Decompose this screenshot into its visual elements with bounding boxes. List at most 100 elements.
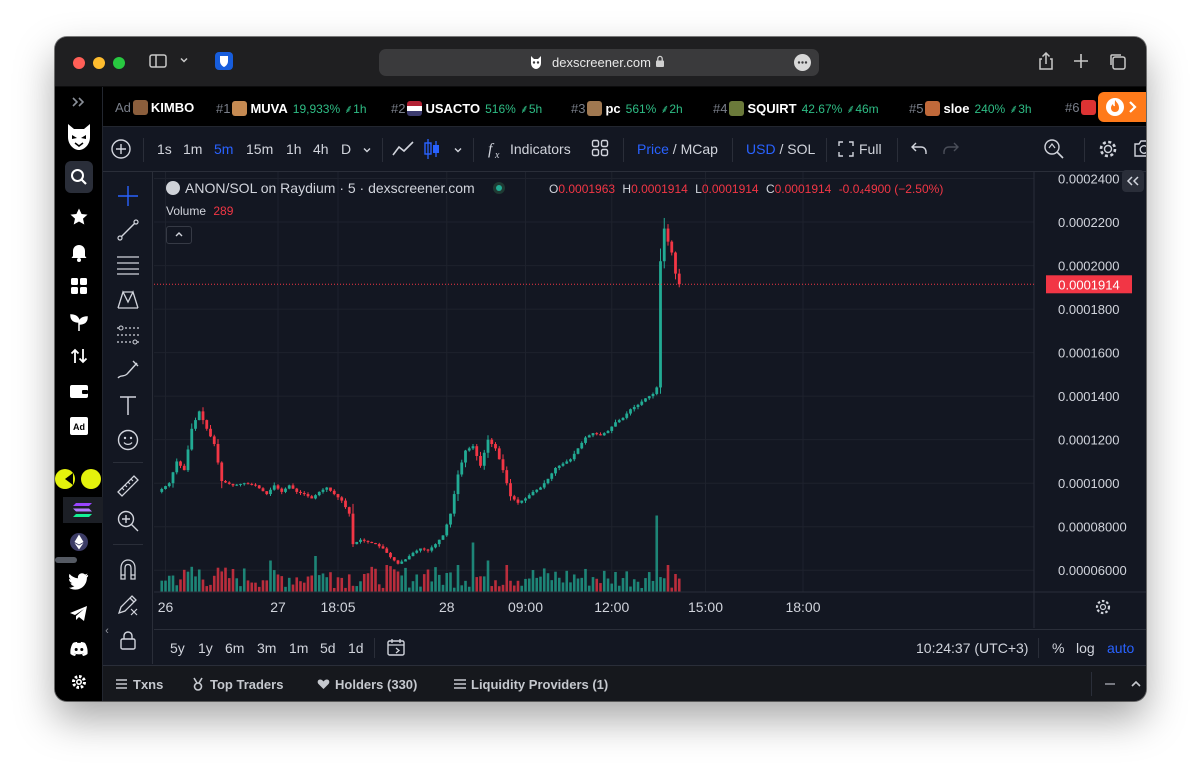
chart-settings-gear-icon[interactable] <box>1097 138 1119 163</box>
zoom-in-icon[interactable] <box>115 509 141 535</box>
price-option[interactable]: Price <box>637 141 669 157</box>
ticker-item[interactable]: #6 <box>1065 100 1099 115</box>
ticker-item[interactable]: #1 MUVA 19,933% ⸙1h <box>216 100 367 117</box>
crosshair-icon[interactable] <box>115 184 141 210</box>
tab-txns[interactable]: Txns <box>133 677 163 692</box>
percent-scale-toggle[interactable]: % <box>1052 640 1064 656</box>
fib-retracement-icon[interactable] <box>115 253 141 279</box>
sidebar-toggle-icon[interactable] <box>149 53 167 73</box>
portfolio-wallet-icon[interactable] <box>65 382 93 406</box>
minimize-window-button[interactable] <box>93 57 105 69</box>
usd-option[interactable]: USD <box>746 141 776 157</box>
range-1m[interactable]: 1m <box>289 640 308 656</box>
settings-gear-icon[interactable] <box>65 673 93 697</box>
address-bar[interactable]: dexscreener.com <box>379 49 819 76</box>
range-6m[interactable]: 6m <box>225 640 244 656</box>
telegram-icon[interactable] <box>65 605 93 629</box>
ticker-item[interactable]: #3 pc 561% ⸙2h <box>571 100 683 117</box>
gainers-losers-arrows-icon[interactable] <box>65 347 93 371</box>
interval-d[interactable]: D <box>341 141 351 157</box>
tab-liquidity-providers[interactable]: Liquidity Providers (1) <box>471 677 608 692</box>
stay-in-drawing-mode-icon[interactable] <box>115 592 141 618</box>
new-pairs-sprout-icon[interactable] <box>65 312 93 336</box>
hide-panel-chevrons-icon[interactable] <box>1122 170 1144 192</box>
intervals-chevron-down-icon[interactable] <box>362 142 372 158</box>
tab-overview-icon[interactable] <box>1109 53 1127 75</box>
range-3m[interactable]: 3m <box>257 640 276 656</box>
interval-1s[interactable]: 1s <box>157 141 172 157</box>
mcap-option[interactable]: MCap <box>681 141 718 157</box>
ticker-ad-item[interactable]: Ad KIMBO <box>115 100 194 115</box>
xabcd-pattern-icon[interactable] <box>115 288 141 314</box>
fullscreen-button[interactable]: Full <box>859 141 882 157</box>
collapse-tools-chevron-icon[interactable]: ‹ <box>103 619 111 643</box>
long-short-position-icon[interactable] <box>115 323 141 349</box>
redo-icon[interactable] <box>943 141 959 160</box>
indicators-button[interactable]: Indicators <box>510 141 571 157</box>
tab-top-traders[interactable]: Top Traders <box>210 677 283 692</box>
ethereum-chain-icon[interactable] <box>65 532 93 556</box>
tab-holders[interactable]: Holders (330) <box>335 677 417 692</box>
text-tool-icon[interactable] <box>115 393 141 419</box>
range-1d[interactable]: 1d <box>348 640 364 656</box>
chart-type-chevron-down-icon[interactable] <box>453 142 463 158</box>
ticker-item[interactable]: #4 SQUIRT 42.67% ⸙46m <box>713 100 879 117</box>
advertise-ad-icon[interactable]: Ad <box>65 417 93 441</box>
go-to-date-calendar-icon[interactable] <box>386 637 406 660</box>
time-zone-clock[interactable]: 10:24:37 (UTC+3) <box>916 640 1028 656</box>
interval-15m[interactable]: 15m <box>246 141 273 157</box>
expand-sidebar-icon[interactable] <box>65 91 93 115</box>
interval-1h[interactable]: 1h <box>286 141 302 157</box>
price-chart[interactable]: 0.0002400 0.0002200 0.0002000 0.0001800 0.00… <box>154 172 1146 629</box>
log-scale-toggle[interactable]: log <box>1076 640 1095 656</box>
magnet-icon[interactable] <box>115 557 141 583</box>
share-icon[interactable] <box>1038 51 1054 75</box>
range-5y[interactable]: 5y <box>170 640 185 656</box>
chains-scrollbar[interactable] <box>55 557 77 563</box>
screenshot-camera-icon[interactable] <box>1133 139 1146 162</box>
minimize-panel-icon[interactable] <box>1103 677 1117 694</box>
ticker-item[interactable]: #5 sloe 240% ⸙3h <box>909 100 1032 117</box>
candles-chart-type-icon[interactable] <box>423 138 441 163</box>
trend-line-icon[interactable] <box>115 218 141 244</box>
ruler-measure-icon[interactable] <box>115 474 141 500</box>
promo-tokens-strip[interactable] <box>55 467 103 491</box>
discord-icon[interactable] <box>65 639 93 663</box>
dexscreener-logo-icon[interactable] <box>65 123 93 153</box>
alerts-bell-icon[interactable] <box>65 242 93 266</box>
fullscreen-icon[interactable] <box>838 141 854 160</box>
watchlist-star-icon[interactable] <box>65 207 93 231</box>
new-tab-icon[interactable] <box>1073 53 1089 73</box>
auto-scale-toggle[interactable]: auto <box>1107 640 1134 656</box>
chart-pane[interactable]: 0.0002400 0.0002200 0.0002000 0.0001800 0.00… <box>154 170 1146 628</box>
price-mcap-toggle[interactable]: Price / MCap <box>637 141 718 157</box>
line-chart-type-icon[interactable] <box>392 140 414 161</box>
emoji-smiley-icon[interactable] <box>115 428 141 454</box>
layouts-grid-icon[interactable] <box>591 139 609 160</box>
multicharts-grid-icon[interactable] <box>65 277 93 301</box>
compare-add-symbol-icon[interactable] <box>110 138 132 163</box>
range-1y[interactable]: 1y <box>198 640 213 656</box>
interval-1m[interactable]: 1m <box>183 141 202 157</box>
trending-fire-button[interactable] <box>1098 92 1146 122</box>
expand-panel-chevron-up-icon[interactable] <box>1129 677 1143 694</box>
more-options-icon[interactable] <box>794 54 811 71</box>
ticker-item[interactable]: #2 USACTO 516% ⸙5h <box>391 100 542 117</box>
range-5d[interactable]: 5d <box>320 640 336 656</box>
sol-option[interactable]: SOL <box>787 141 815 157</box>
close-window-button[interactable] <box>73 57 85 69</box>
lock-drawings-icon[interactable] <box>115 628 141 654</box>
collapse-legend-button[interactable] <box>166 226 192 244</box>
twitter-icon[interactable] <box>65 572 93 596</box>
interval-4h[interactable]: 4h <box>313 141 329 157</box>
indicators-fx-icon[interactable]: fx <box>487 139 505 162</box>
usd-sol-toggle[interactable]: USD / SOL <box>746 141 815 157</box>
quick-search-icon[interactable] <box>1043 138 1065 163</box>
axis-settings-gear-icon[interactable] <box>1095 599 1111 615</box>
interval-5m[interactable]: 5m <box>214 141 233 157</box>
chevron-down-icon[interactable] <box>179 54 189 70</box>
search-icon[interactable] <box>65 161 93 193</box>
brush-icon[interactable] <box>115 358 141 384</box>
undo-icon[interactable] <box>911 141 927 160</box>
maximize-window-button[interactable] <box>113 57 125 69</box>
